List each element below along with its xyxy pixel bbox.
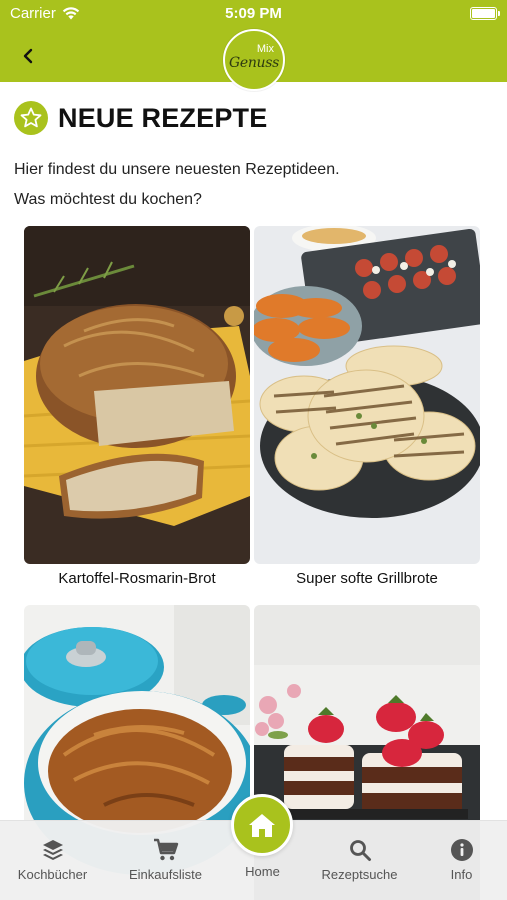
cart-icon (115, 837, 216, 863)
tab-einkaufsliste[interactable]: Einkaufsliste (115, 821, 216, 900)
tab-home-button[interactable] (231, 794, 293, 856)
home-icon (249, 814, 275, 837)
tab-label: Kochbücher (17, 867, 88, 882)
logo-mix-text: Mix (256, 43, 274, 55)
tab-label: Einkaufsliste (129, 867, 202, 882)
tab-label: Rezeptsuche (321, 867, 398, 882)
intro-line-1: Hier findest du unsere neuesten Rezeptid… (14, 161, 340, 178)
tab-home-label[interactable]: Home (212, 864, 313, 879)
star-icon (14, 101, 48, 135)
chevron-left-icon (23, 48, 33, 64)
search-icon (309, 837, 410, 863)
tab-info[interactable]: Info (411, 821, 507, 900)
intro-line-2: Was möchtest du kochen? (14, 191, 202, 208)
tab-rezeptsuche[interactable]: Rezeptsuche (309, 821, 410, 900)
status-bar: Carrier 5:09 PM (0, 0, 507, 28)
back-button[interactable] (14, 42, 42, 70)
intro-text: Hier findest du unsere neuesten Rezeptid… (14, 155, 494, 215)
tab-kochbuecher[interactable]: Kochbücher (2, 821, 103, 900)
tab-label: Info (450, 867, 473, 882)
recipe-image-bread (24, 226, 250, 564)
page-title-row: NEUE REZEPTE (14, 101, 267, 135)
app-logo: Mix Genuss (223, 29, 285, 91)
page-title: NEUE REZEPTE (58, 102, 268, 133)
battery-icon (470, 7, 500, 20)
info-icon (411, 837, 507, 863)
recipe-title: Kartoffel-Rosmarin-Brot (58, 570, 216, 587)
recipe-image-grillbread (254, 226, 480, 564)
recipe-title: Super softe Grillbrote (296, 570, 438, 587)
layers-icon (2, 837, 103, 863)
status-time: 5:09 PM (225, 5, 282, 22)
logo-genuss-text: Genuss (228, 55, 280, 71)
